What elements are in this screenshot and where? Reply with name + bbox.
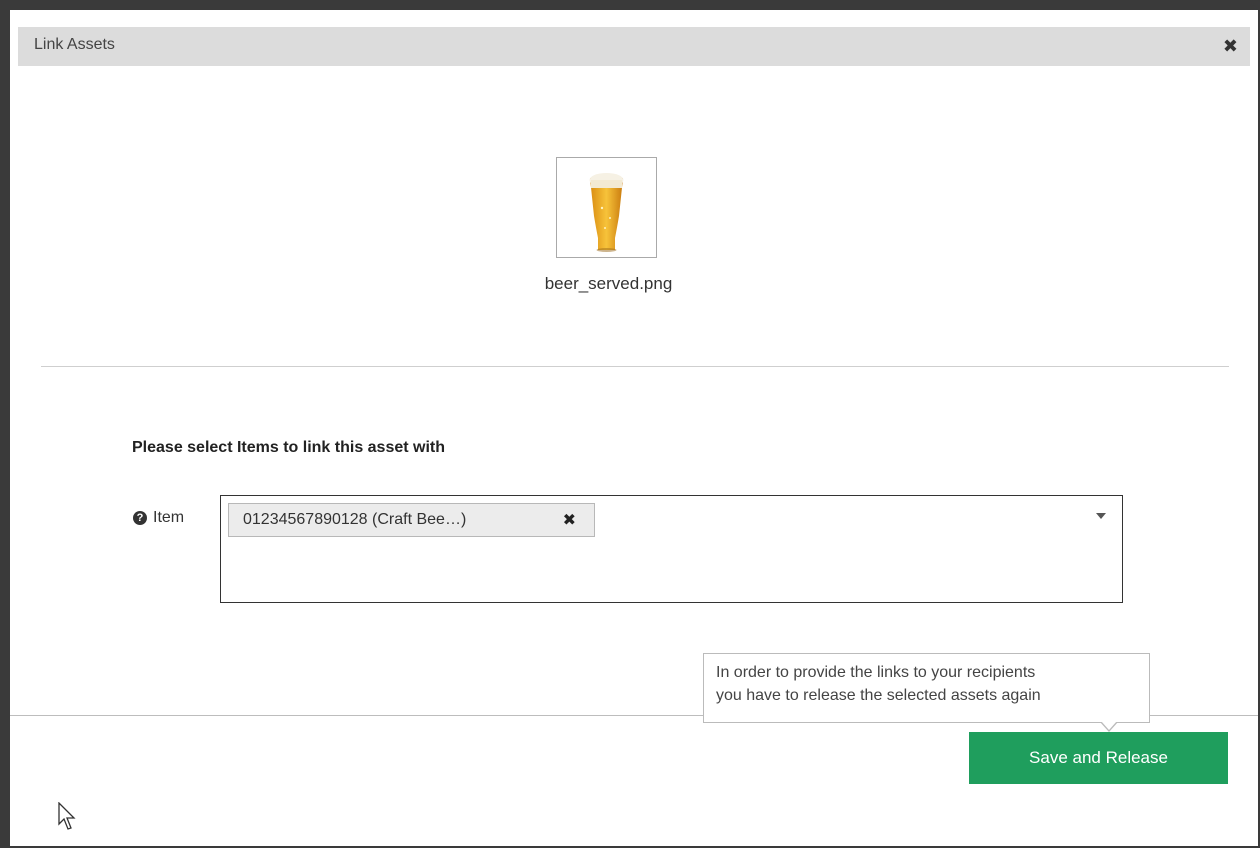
remove-tag-icon[interactable]: ✖ (563, 510, 576, 530)
link-assets-dialog: Link Assets ✖ beer_served.png Please sel… (10, 10, 1258, 846)
asset-filename: beer_served.png (544, 274, 673, 293)
beer-glass-image (589, 173, 624, 252)
divider (41, 366, 1229, 367)
tooltip-line-2: you have to release the selected assets … (716, 687, 1041, 704)
mouse-cursor-icon (58, 802, 76, 830)
selected-item-label: 01234567890128 (Craft Bee…) (243, 511, 467, 528)
save-and-release-button[interactable]: Save and Release (969, 732, 1228, 784)
selected-item-tag: 01234567890128 (Craft Bee…) ✖ (228, 503, 595, 537)
dialog-header: Link Assets ✖ (18, 27, 1250, 66)
item-label-text: Item (153, 509, 185, 526)
item-multiselect[interactable]: 01234567890128 (Craft Bee…) ✖ (220, 495, 1123, 603)
chevron-down-icon[interactable] (1096, 513, 1106, 519)
tooltip-line-1: In order to provide the links to your re… (716, 664, 1036, 681)
dialog-title: Link Assets (34, 36, 115, 53)
close-icon[interactable]: ✖ (1223, 36, 1238, 57)
item-field-label: ? Item (133, 509, 184, 527)
asset-thumbnail (556, 157, 657, 258)
question-circle-icon[interactable]: ? (133, 511, 147, 525)
tooltip-arrow-inner (1101, 721, 1117, 730)
release-tooltip: In order to provide the links to your re… (703, 653, 1150, 723)
select-items-instruction: Please select Items to link this asset w… (132, 439, 446, 456)
